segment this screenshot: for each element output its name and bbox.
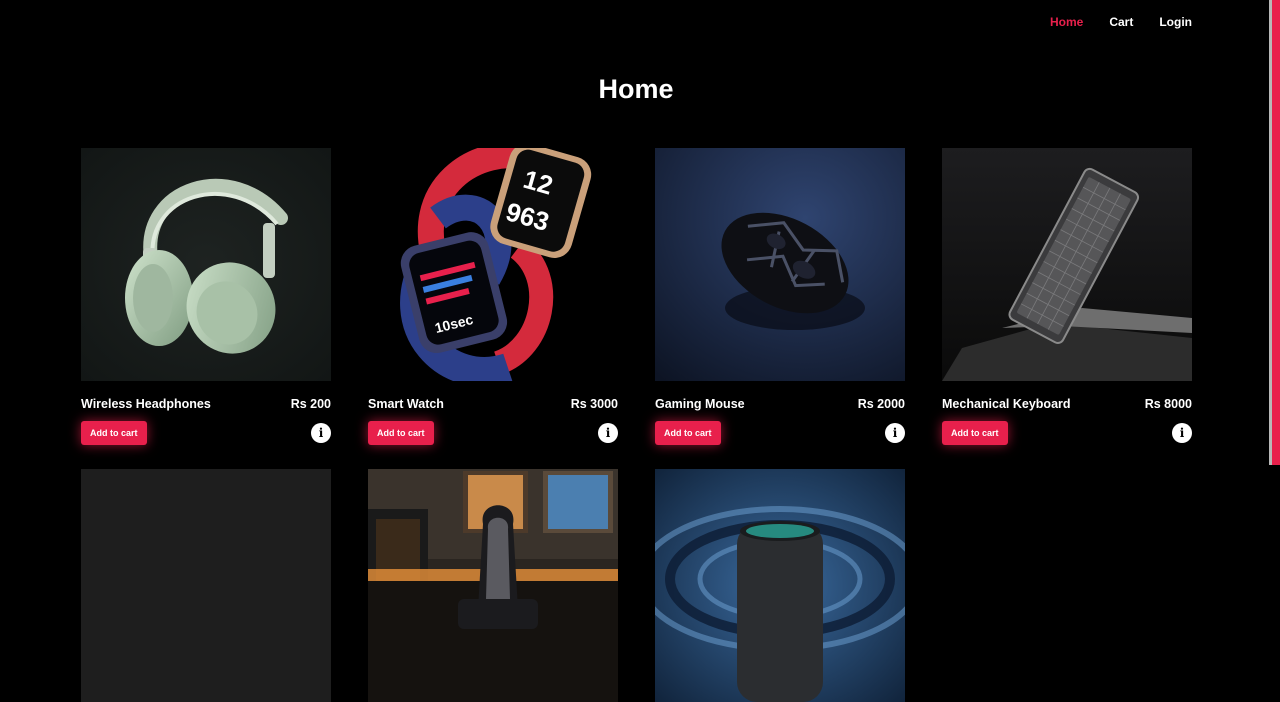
info-icon[interactable]: i [885, 423, 905, 443]
product-card: 10sec 12 963 Smart Watch Rs 3000 Add to … [368, 148, 618, 445]
info-icon[interactable]: i [311, 423, 331, 443]
info-icon[interactable]: i [598, 423, 618, 443]
product-image-smart-speaker[interactable] [655, 469, 905, 702]
product-card: Wireless Headphones Rs 200 Add to cart i [81, 148, 331, 445]
nav-login-link[interactable]: Login [1159, 15, 1192, 29]
product-name: Wireless Headphones [81, 397, 211, 411]
product-image-mechanical-keyboard[interactable] [942, 148, 1192, 381]
product-image-smart-watch[interactable]: 10sec 12 963 [368, 148, 618, 381]
product-card: Gaming Mouse Rs 2000 Add to cart i [655, 148, 905, 445]
scrollbar-accent[interactable] [1269, 0, 1280, 465]
product-price: Rs 8000 [1144, 397, 1192, 411]
product-card [655, 469, 905, 702]
nav-cart-link[interactable]: Cart [1109, 15, 1133, 29]
top-nav: Home Cart Login [1050, 15, 1192, 29]
add-to-cart-button[interactable]: Add to cart [655, 421, 721, 445]
product-price: Rs 2000 [857, 397, 905, 411]
product-name: Mechanical Keyboard [942, 397, 1071, 411]
product-image-dark-texture[interactable] [81, 469, 331, 702]
product-card [368, 469, 618, 702]
product-card [81, 469, 331, 702]
product-grid: Wireless Headphones Rs 200 Add to cart i [81, 148, 1192, 702]
product-image-gaming-chair[interactable] [368, 469, 618, 702]
product-image-headphones[interactable] [81, 148, 331, 381]
nav-home-link[interactable]: Home [1050, 15, 1083, 29]
product-image-gaming-mouse[interactable] [655, 148, 905, 381]
product-name: Gaming Mouse [655, 397, 745, 411]
info-icon[interactable]: i [1172, 423, 1192, 443]
page-title: Home [598, 74, 674, 104]
product-name: Smart Watch [368, 397, 444, 411]
product-card: Mechanical Keyboard Rs 8000 Add to cart … [942, 148, 1192, 445]
add-to-cart-button[interactable]: Add to cart [942, 421, 1008, 445]
add-to-cart-button[interactable]: Add to cart [81, 421, 147, 445]
product-price: Rs 3000 [570, 397, 618, 411]
product-price: Rs 200 [290, 397, 331, 411]
add-to-cart-button[interactable]: Add to cart [368, 421, 434, 445]
